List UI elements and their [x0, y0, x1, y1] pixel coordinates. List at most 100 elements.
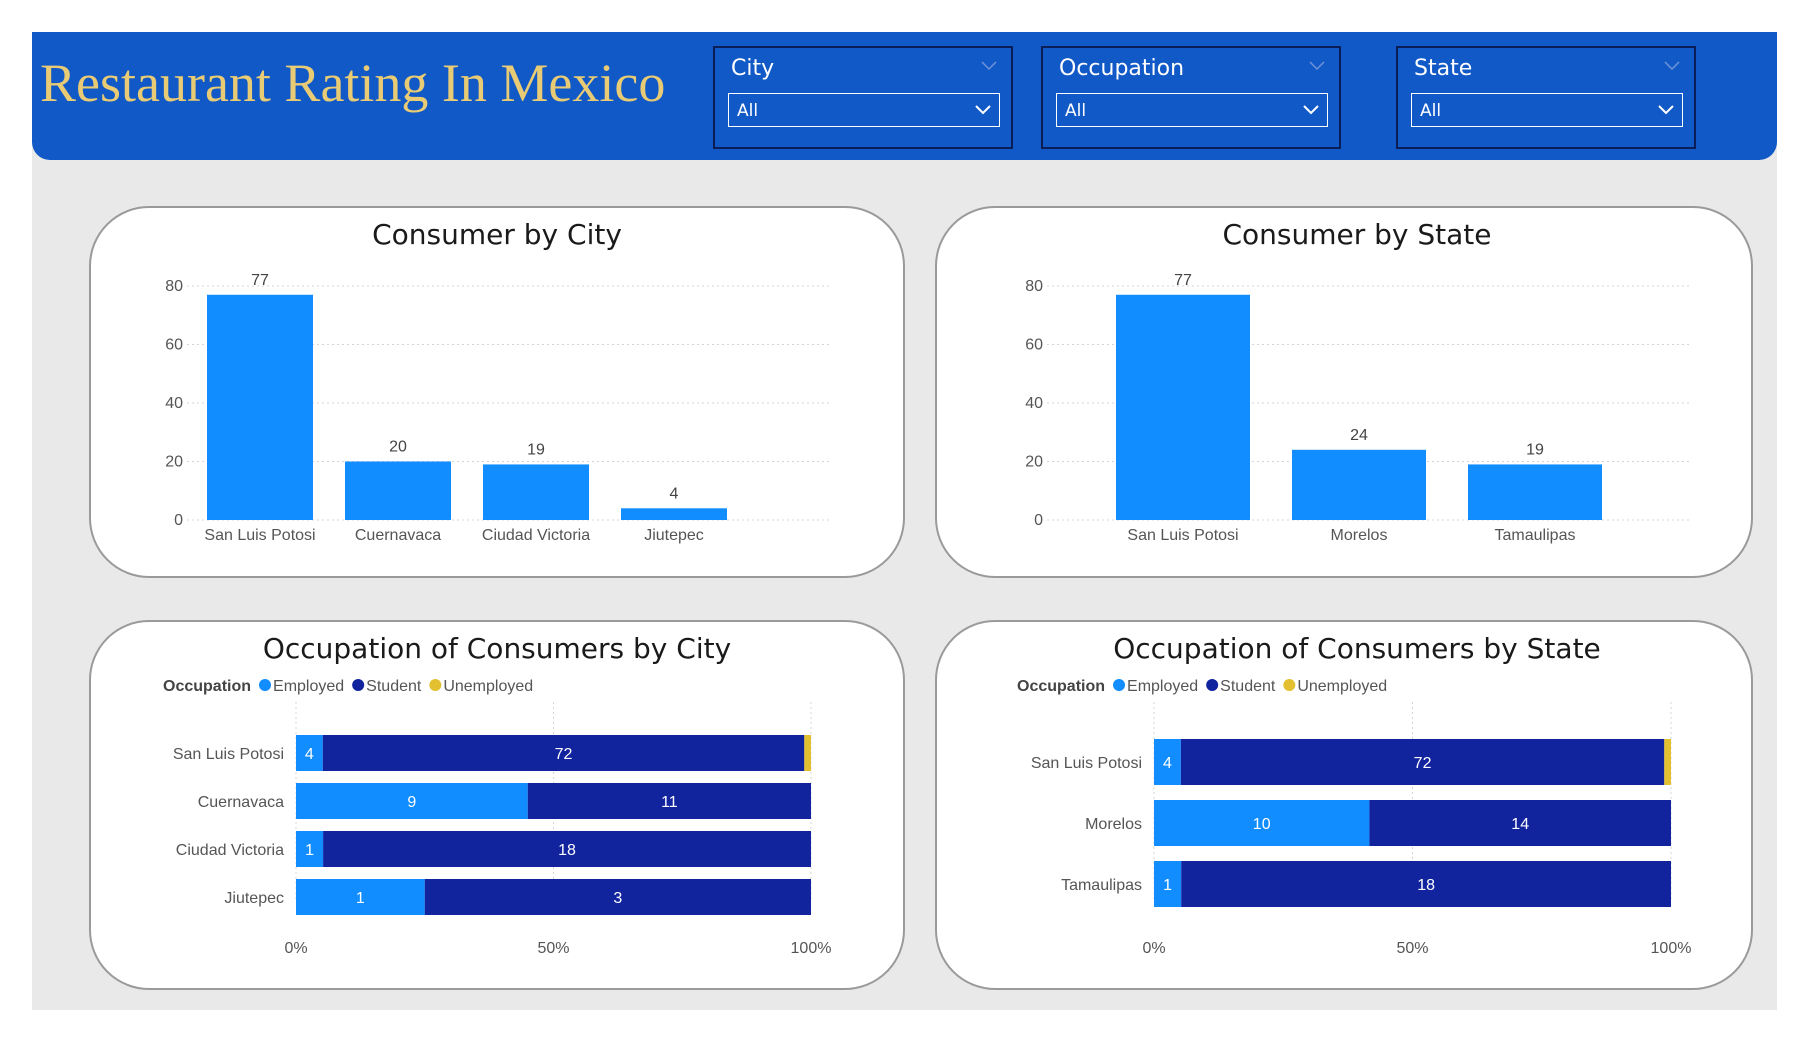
consumer-by-city-chart: Consumer by City 0 20 40 60 80 77 San Luis Poto… [89, 206, 905, 578]
x-tick-label: Jiutepec [644, 527, 704, 544]
data-label: 14 [1511, 816, 1529, 833]
data-label: 72 [555, 746, 573, 763]
bar-segment [804, 735, 811, 771]
page-title: Restaurant Rating In Mexico [40, 53, 666, 113]
data-label: 4 [670, 485, 679, 502]
legend-marker [259, 679, 272, 691]
y-tick-label: San Luis Potosi [173, 746, 284, 763]
legend-item: Unemployed [443, 678, 533, 695]
x-tick-label: San Luis Potosi [204, 527, 315, 544]
y-tick-label: Ciudad Victoria [176, 842, 284, 859]
y-tick-label: Jiutepec [224, 890, 284, 907]
x-tick-label: 100% [1651, 940, 1692, 957]
occupation-by-city-svg: Occupation of Consumers by City Occupatio… [163, 632, 832, 957]
occupation-by-state-chart: Occupation of Consumers by State Occupati… [935, 620, 1753, 990]
data-label: 9 [407, 794, 416, 811]
chart-title: Consumer by City [372, 218, 622, 251]
bar [207, 294, 313, 520]
legend-marker [1206, 679, 1219, 691]
data-label: 4 [305, 746, 314, 763]
legend-marker [429, 679, 442, 691]
consumer-by-state-chart: Consumer by State 0 20 40 60 80 77 San Luis Pot… [935, 206, 1753, 578]
consumer-by-state-svg: Consumer by State 0 20 40 60 80 77 San Luis Pot… [1025, 218, 1691, 544]
chevron-down-icon [1303, 105, 1319, 115]
data-label: 1 [356, 890, 365, 907]
city-slicer: City All [713, 46, 1013, 149]
legend-marker [352, 679, 365, 691]
occupation-slicer-label: Occupation [1059, 56, 1185, 81]
city-dropdown[interactable]: All [728, 93, 1000, 127]
y-tick-label: 40 [1025, 395, 1043, 412]
legend-item: Unemployed [1297, 678, 1387, 695]
data-label: 19 [527, 441, 545, 458]
y-tick-label: 0 [174, 512, 183, 529]
data-label: 19 [1526, 441, 1544, 458]
x-tick-label: Ciudad Victoria [482, 527, 590, 544]
y-tick-label: Cuernavaca [198, 794, 284, 811]
chevron-down-icon [1658, 105, 1674, 115]
legend-title: Occupation [1017, 678, 1105, 695]
x-tick-label: 0% [1142, 940, 1165, 957]
x-tick-label: 100% [791, 940, 832, 957]
data-label: 11 [661, 794, 678, 811]
legend-item: Employed [273, 678, 344, 695]
y-tick-label: 60 [165, 337, 183, 354]
y-tick-label: 0 [1034, 512, 1043, 529]
bar [621, 508, 727, 520]
state-slicer: State All [1396, 46, 1696, 149]
occupation-dropdown-value: All [1065, 101, 1087, 121]
chevron-down-icon[interactable] [981, 58, 997, 74]
legend-marker [1283, 679, 1296, 691]
x-tick-label: Cuernavaca [355, 527, 441, 544]
x-tick-label: Tamaulipas [1495, 527, 1576, 544]
y-tick-label: Tamaulipas [1061, 877, 1142, 894]
y-tick-label: 40 [165, 395, 183, 412]
data-label: 77 [1174, 272, 1192, 289]
occupation-by-city-chart: Occupation of Consumers by City Occupatio… [89, 620, 905, 990]
bar [1292, 449, 1426, 520]
data-label: 24 [1350, 427, 1368, 444]
data-label: 18 [558, 842, 576, 859]
y-tick-label: 20 [165, 454, 183, 471]
y-tick-label: Morelos [1085, 816, 1142, 833]
bar [345, 461, 451, 520]
chevron-down-icon [975, 105, 991, 115]
data-label: 1 [305, 842, 314, 859]
chart-title: Occupation of Consumers by City [263, 632, 731, 665]
state-dropdown-value: All [1420, 101, 1442, 121]
occupation-dropdown[interactable]: All [1056, 93, 1328, 127]
consumer-by-city-svg: Consumer by City 0 20 40 60 80 77 San Luis Poto… [165, 218, 831, 544]
data-label: 20 [389, 439, 407, 456]
state-dropdown[interactable]: All [1411, 93, 1683, 127]
bar [1468, 464, 1602, 520]
y-tick-label: 80 [165, 278, 183, 295]
occupation-by-state-svg: Occupation of Consumers by State Occupati… [1017, 632, 1692, 957]
data-label: 72 [1414, 755, 1432, 772]
data-label: 18 [1417, 877, 1435, 894]
data-label: 1 [1163, 877, 1172, 894]
data-label: 4 [1163, 755, 1172, 772]
state-slicer-label: State [1414, 56, 1473, 81]
y-tick-label: 60 [1025, 337, 1043, 354]
occupation-slicer: Occupation All [1041, 46, 1341, 149]
chart-title: Consumer by State [1222, 218, 1491, 251]
x-tick-label: San Luis Potosi [1127, 527, 1238, 544]
x-tick-label: 50% [537, 940, 569, 957]
chart-title: Occupation of Consumers by State [1113, 632, 1601, 665]
city-dropdown-value: All [737, 101, 759, 121]
y-tick-label: San Luis Potosi [1031, 755, 1142, 772]
legend-item: Employed [1127, 678, 1198, 695]
x-tick-label: 50% [1396, 940, 1428, 957]
data-label: 77 [251, 272, 269, 289]
city-slicer-label: City [731, 56, 775, 81]
legend-item: Student [366, 678, 422, 695]
x-tick-label: 0% [284, 940, 307, 957]
chevron-down-icon[interactable] [1309, 58, 1325, 74]
header-bar: Restaurant Rating In Mexico City All Occ… [32, 32, 1777, 160]
bar [483, 464, 589, 520]
data-label: 10 [1253, 816, 1271, 833]
legend-title: Occupation [163, 678, 251, 695]
chevron-down-icon[interactable] [1664, 58, 1680, 74]
data-label: 3 [613, 890, 622, 907]
y-tick-label: 20 [1025, 454, 1043, 471]
